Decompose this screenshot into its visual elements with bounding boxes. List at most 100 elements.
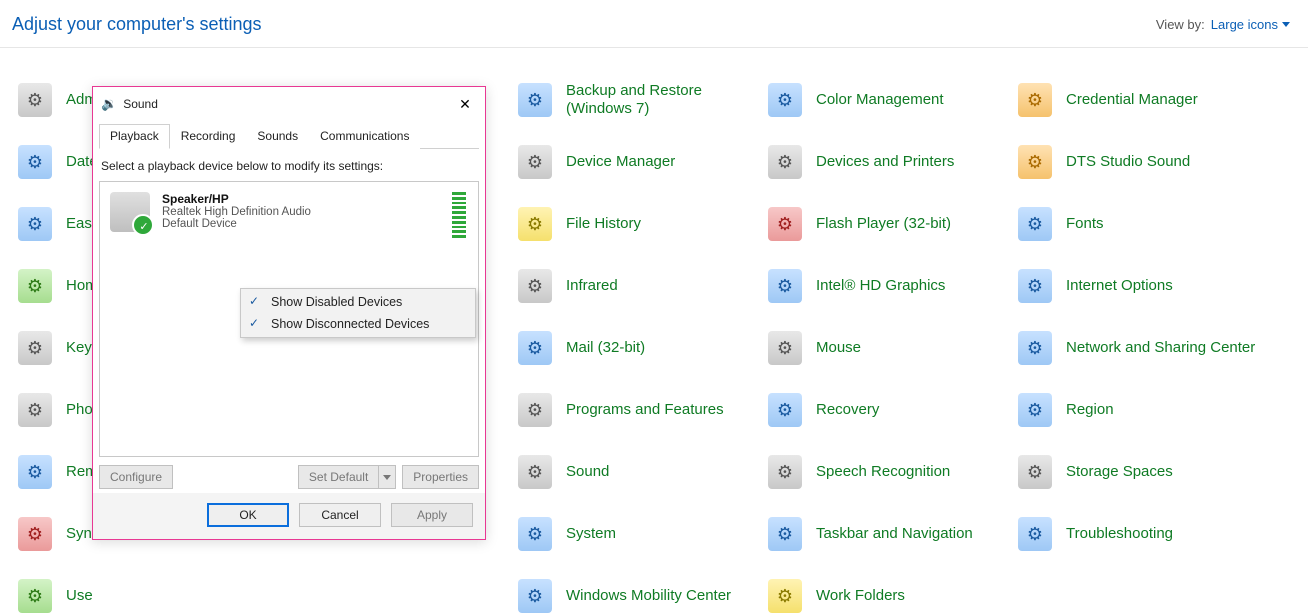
item-label: Sound — [566, 463, 609, 481]
dialog-titlebar: 🔉 Sound ✕ — [93, 87, 485, 119]
context-menu: Show Disabled Devices Show Disconnected … — [240, 288, 476, 338]
control-panel-item[interactable]: ⚙ Credential Manager — [1012, 80, 1262, 120]
tab-communications[interactable]: Communications — [309, 124, 420, 149]
view-by: View by: Large icons — [1156, 17, 1290, 32]
viewby-value: Large icons — [1211, 17, 1278, 32]
item-icon: ⚙ — [768, 455, 802, 489]
set-default-button[interactable]: Set Default — [298, 465, 378, 489]
device-info: Speaker/HP Realtek High Definition Audio… — [162, 192, 311, 230]
dialog-title: Sound — [123, 97, 158, 111]
dialog-footer: OK Cancel Apply — [93, 493, 485, 539]
ok-button[interactable]: OK — [207, 503, 289, 527]
item-label: Recovery — [816, 401, 879, 419]
item-icon: ⚙ — [18, 517, 52, 551]
control-panel-item[interactable]: ⚙Region — [1012, 390, 1262, 430]
item-label: Backup and Restore (Windows 7) — [566, 82, 762, 118]
set-default-dropdown[interactable] — [378, 465, 396, 489]
item-label: Intel® HD Graphics — [816, 277, 945, 295]
control-panel-item[interactable]: ⚙Storage Spaces — [1012, 452, 1262, 492]
item-label: Credential Manager — [1066, 91, 1198, 109]
device-row[interactable]: Speaker/HP Realtek High Definition Audio… — [100, 182, 478, 248]
sound-icon: 🔉 — [101, 96, 117, 112]
control-panel-item[interactable]: ⚙Speech Recognition — [762, 452, 1012, 492]
dialog-instruction: Select a playback device below to modify… — [101, 159, 479, 173]
item-label: File History — [566, 215, 641, 233]
item-label: Use — [66, 587, 93, 605]
item-label: Network and Sharing Center — [1066, 339, 1255, 357]
control-panel-item[interactable]: ⚙ Network and Sharing Center — [1012, 328, 1262, 368]
item-icon: ⚙ — [518, 331, 552, 365]
tabstrip: Playback Recording Sounds Communications — [93, 123, 485, 148]
page-title: Adjust your computer's settings — [12, 14, 262, 35]
chevron-down-icon — [1282, 22, 1290, 27]
item-label: Windows Mobility Center — [566, 587, 731, 605]
item-icon: ⚙ — [1018, 455, 1052, 489]
control-panel-item[interactable]: ⚙ Use — [12, 576, 262, 616]
item-icon: ⚙ — [768, 83, 802, 117]
item-icon: ⚙ — [768, 145, 802, 179]
item-icon: ⚙ — [18, 145, 52, 179]
close-button[interactable]: ✕ — [453, 93, 477, 115]
item-icon: ⚙ — [518, 393, 552, 427]
item-label: Syn — [66, 525, 92, 543]
configure-button[interactable]: Configure — [99, 465, 173, 489]
item-label: Mouse — [816, 339, 861, 357]
item-label: Work Folders — [816, 587, 905, 605]
control-panel-item[interactable]: ⚙Recovery — [762, 390, 1012, 430]
chevron-down-icon — [383, 475, 391, 480]
control-panel-item[interactable]: ⚙Programs and Features — [512, 390, 762, 430]
item-label: Infrared — [566, 277, 618, 295]
item-icon: ⚙ — [18, 207, 52, 241]
control-panel-item[interactable]: ⚙Work Folders — [762, 576, 1012, 616]
viewby-dropdown[interactable]: Large icons — [1211, 17, 1290, 32]
speaker-icon — [110, 192, 150, 232]
control-panel-item[interactable]: ⚙Device Manager — [512, 142, 762, 182]
item-icon: ⚙ — [518, 269, 552, 303]
set-default-split-button[interactable]: Set Default — [298, 465, 396, 489]
properties-button[interactable]: Properties — [402, 465, 479, 489]
control-panel-item[interactable]: ⚙Mail (32-bit) — [512, 328, 762, 368]
item-icon: ⚙ — [1018, 331, 1052, 365]
item-label: Flash Player (32-bit) — [816, 215, 951, 233]
control-panel-item[interactable]: ⚙File History — [512, 204, 762, 244]
control-panel-item[interactable]: ⚙System — [512, 514, 762, 554]
control-panel-item[interactable]: ⚙ Color Management — [762, 80, 1012, 120]
control-panel-item[interactable]: ⚙ Devices and Printers — [762, 142, 1012, 182]
viewby-label: View by: — [1156, 17, 1205, 32]
control-panel-item[interactable]: ⚙Troubleshooting — [1012, 514, 1262, 554]
item-label: Troubleshooting — [1066, 525, 1173, 543]
device-name: Speaker/HP — [162, 192, 311, 206]
item-label: Fonts — [1066, 215, 1104, 233]
control-panel-header: Adjust your computer's settings View by:… — [0, 0, 1308, 48]
control-panel-item[interactable]: ⚙Mouse — [762, 328, 1012, 368]
tab-playback[interactable]: Playback — [99, 124, 170, 149]
ctx-show-disconnected[interactable]: Show Disconnected Devices — [241, 313, 475, 335]
control-panel-item[interactable]: ⚙Taskbar and Navigation — [762, 514, 1012, 554]
apply-button[interactable]: Apply — [391, 503, 473, 527]
control-panel-item[interactable]: ⚙Internet Options — [1012, 266, 1262, 306]
control-panel-item[interactable]: ⚙Flash Player (32-bit) — [762, 204, 1012, 244]
control-panel-item[interactable]: ⚙ Infrared — [512, 266, 762, 306]
cancel-button[interactable]: Cancel — [299, 503, 381, 527]
item-label: Devices and Printers — [816, 153, 954, 171]
item-icon: ⚙ — [18, 331, 52, 365]
item-icon: ⚙ — [1018, 393, 1052, 427]
playback-device-list[interactable]: Speaker/HP Realtek High Definition Audio… — [99, 181, 479, 457]
control-panel-item[interactable]: ⚙Intel® HD Graphics — [762, 266, 1012, 306]
control-panel-item[interactable]: ⚙Fonts — [1012, 204, 1262, 244]
item-label: Internet Options — [1066, 277, 1173, 295]
item-icon: ⚙ — [18, 579, 52, 613]
item-icon: ⚙ — [1018, 83, 1052, 117]
ctx-show-disabled[interactable]: Show Disabled Devices — [241, 291, 475, 313]
item-icon: ⚙ — [518, 145, 552, 179]
item-label: Color Management — [816, 91, 944, 109]
item-icon: ⚙ — [18, 393, 52, 427]
tab-recording[interactable]: Recording — [170, 124, 247, 149]
control-panel-item[interactable]: ⚙Backup and Restore (Windows 7) — [512, 80, 762, 120]
control-panel-item[interactable]: ⚙DTS Studio Sound — [1012, 142, 1262, 182]
device-driver: Realtek High Definition Audio — [162, 206, 311, 218]
tab-sounds[interactable]: Sounds — [246, 124, 309, 149]
control-panel-item[interactable]: ⚙Windows Mobility Center — [512, 576, 762, 616]
control-panel-item[interactable]: ⚙Sound — [512, 452, 762, 492]
item-icon: ⚙ — [18, 455, 52, 489]
